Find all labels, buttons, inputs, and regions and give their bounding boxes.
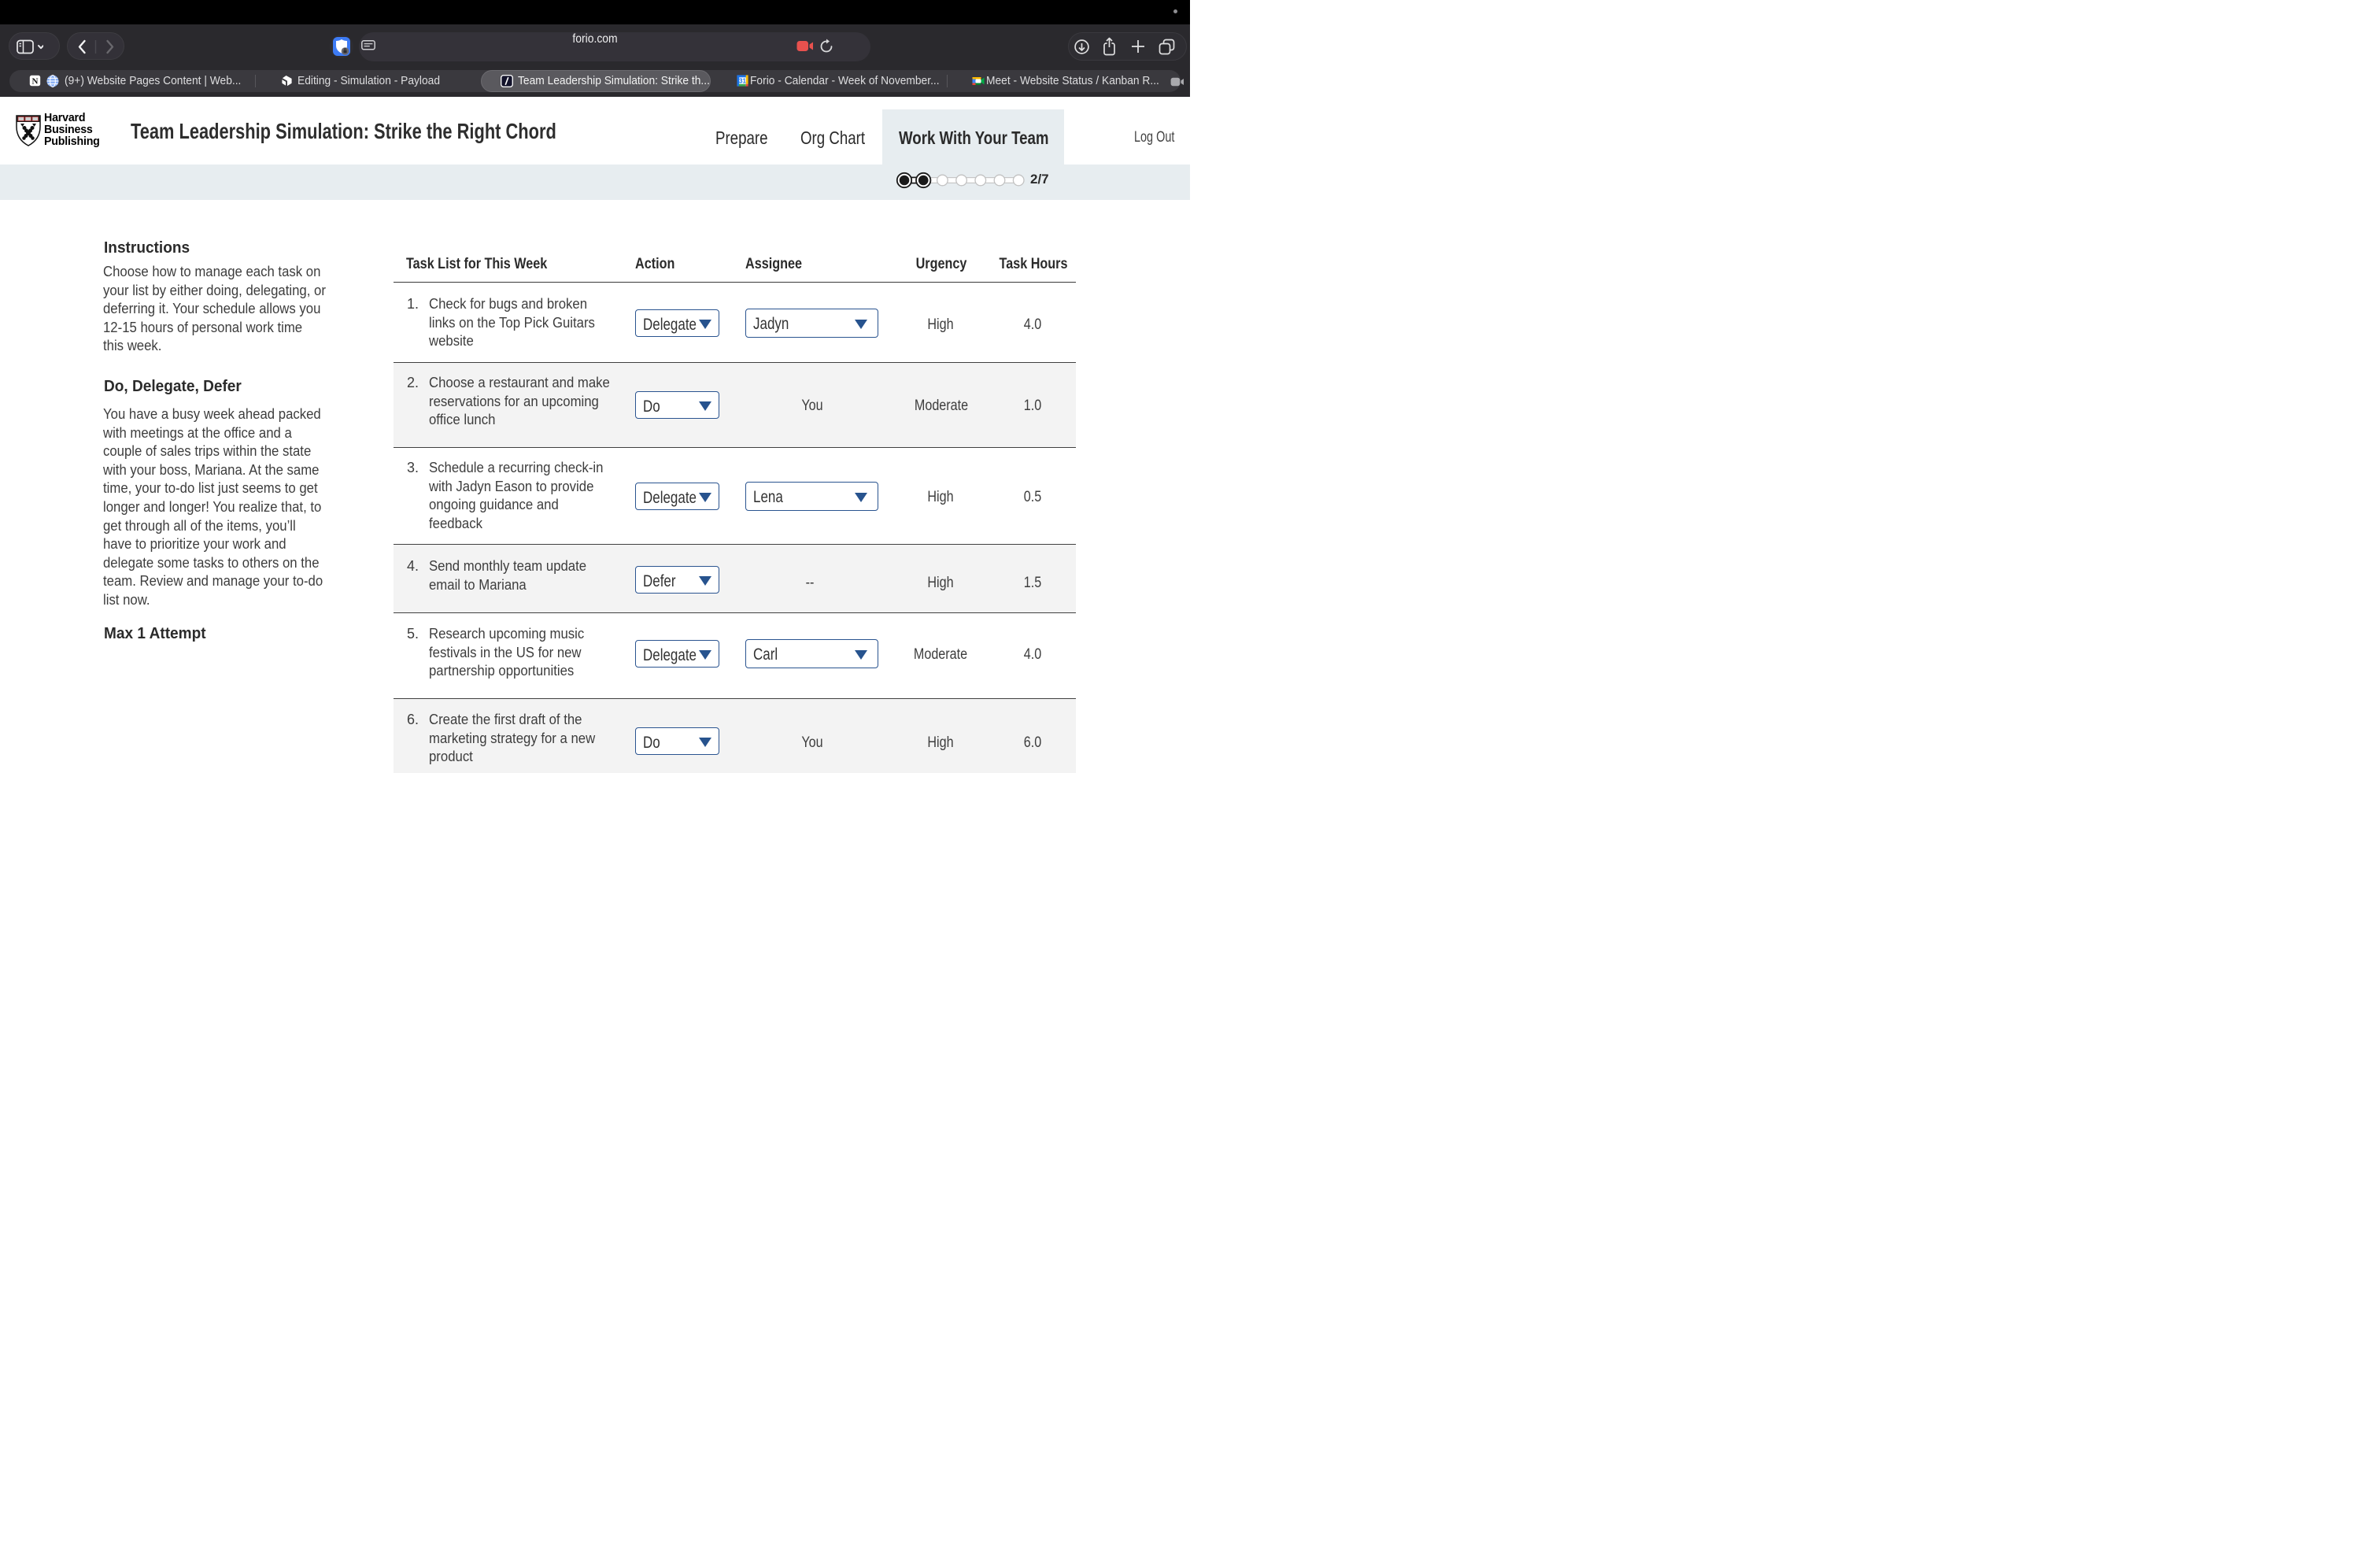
svg-text:31: 31 xyxy=(739,77,746,84)
svg-text:N: N xyxy=(32,77,39,87)
